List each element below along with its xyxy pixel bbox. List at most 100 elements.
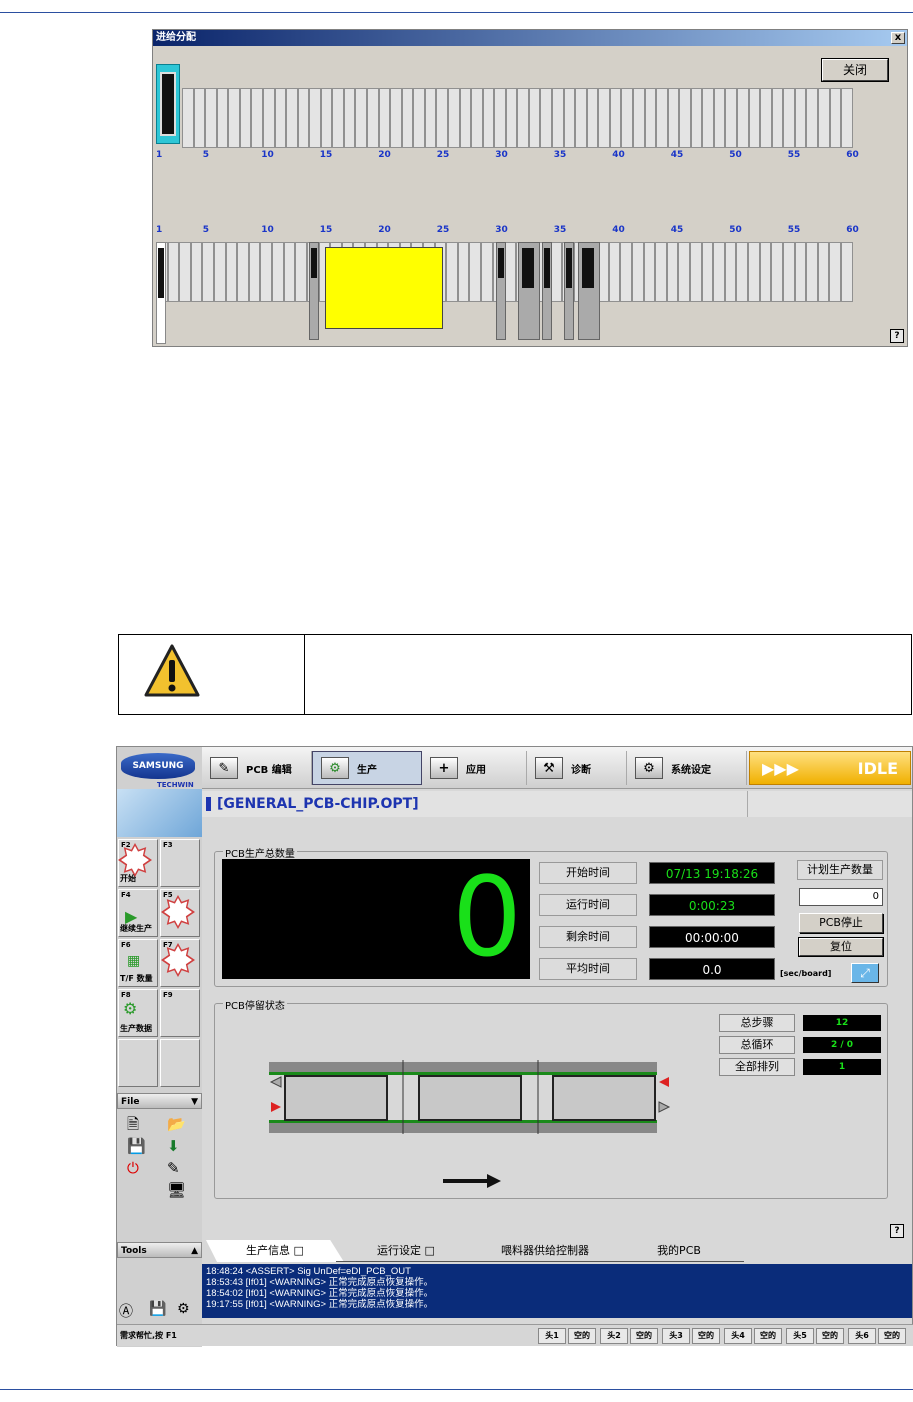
feeder-slot[interactable]: [251, 88, 263, 148]
feeder-slot[interactable]: [295, 242, 307, 302]
help-button[interactable]: ?: [890, 329, 904, 343]
application-button[interactable]: + 应用: [422, 751, 527, 785]
feeder-slot[interactable]: [609, 88, 622, 148]
feeder-slot[interactable]: [713, 88, 726, 148]
feeder-slot[interactable]: [343, 88, 356, 148]
feeder-slot[interactable]: [459, 88, 472, 148]
feeder-slot[interactable]: [667, 88, 680, 148]
feeder-slot[interactable]: [517, 88, 529, 148]
feeder-slot[interactable]: [436, 88, 448, 148]
feeder-slot[interactable]: [286, 88, 298, 148]
fkey-f4[interactable]: F4 继续生产: [118, 889, 158, 937]
feeder-slot[interactable]: [469, 242, 482, 302]
feeder-slot[interactable]: [390, 88, 402, 148]
feeder-slot[interactable]: [505, 88, 518, 148]
feeder-slot[interactable]: [794, 88, 807, 148]
feeder-slot[interactable]: [237, 242, 249, 302]
feeder-slot[interactable]: [320, 88, 333, 148]
feeder-slot[interactable]: [829, 88, 842, 148]
feeder-slot[interactable]: [760, 88, 772, 148]
feeder-slot[interactable]: [783, 88, 795, 148]
feeder-slot[interactable]: [401, 88, 414, 148]
feeder-slot[interactable]: [725, 88, 737, 148]
feeder-slot[interactable]: [632, 88, 645, 148]
settings-tool-icon[interactable]: ⚙: [177, 1301, 190, 1317]
feeder-slot[interactable]: [540, 88, 552, 148]
tab-run-settings[interactable]: 运行设定 □: [336, 1240, 476, 1262]
feeder-slot[interactable]: [598, 88, 610, 148]
feeder-slot[interactable]: [690, 242, 702, 302]
feeder-slot[interactable]: [190, 242, 203, 302]
feeder-slot[interactable]: [771, 88, 784, 148]
feeder-slot[interactable]: [666, 242, 679, 302]
feeder-slot[interactable]: [655, 242, 667, 302]
file-section-header[interactable]: File ▼: [117, 1093, 202, 1109]
feeder-slot[interactable]: [701, 242, 714, 302]
language-icon[interactable]: Ⓐ: [119, 1301, 133, 1321]
feeder-slot[interactable]: [228, 88, 240, 148]
system-settings-button[interactable]: ⚙ 系统设定: [627, 751, 747, 785]
tab-production-info[interactable]: 生产信息 □: [206, 1240, 344, 1262]
feeder-slot[interactable]: [817, 88, 830, 148]
save-tool-icon[interactable]: 💾: [149, 1301, 166, 1317]
feeder-slot[interactable]: [748, 242, 760, 302]
feeder-slot[interactable]: [620, 242, 632, 302]
new-file-icon[interactable]: 🗎: [127, 1113, 139, 1135]
feeder-slot[interactable]: [355, 88, 367, 148]
feeder-slot[interactable]: [413, 88, 425, 148]
feeder-slot[interactable]: [272, 242, 284, 302]
feeder-slot[interactable]: [829, 242, 841, 302]
tab-my-pcb[interactable]: 我的PCB: [614, 1240, 744, 1262]
tray-feeder[interactable]: [325, 247, 443, 329]
edit-icon[interactable]: ✎: [167, 1157, 180, 1179]
feeder-slot[interactable]: [631, 242, 644, 302]
help-button-main[interactable]: ?: [890, 1224, 904, 1238]
tools-section-header[interactable]: Tools ▲: [117, 1242, 202, 1258]
feeder-slot[interactable]: [182, 88, 194, 148]
feeder-slot[interactable]: [471, 88, 483, 148]
feeder-slot[interactable]: [840, 242, 853, 302]
feeder-slot[interactable]: [179, 242, 191, 302]
feeder-slot[interactable]: [713, 242, 725, 302]
feeder-slot[interactable]: [481, 242, 493, 302]
plan-count-input[interactable]: 0: [799, 888, 883, 906]
feeder-slot[interactable]: [586, 88, 599, 148]
feeder-slot[interactable]: [225, 242, 238, 302]
feeder-slot[interactable]: [678, 242, 691, 302]
feeder-slot[interactable]: [737, 88, 749, 148]
feeder-slot[interactable]: [817, 242, 830, 302]
feeder-slot[interactable]: [205, 88, 217, 148]
feeder-slot[interactable]: [644, 88, 657, 148]
feeder-slot[interactable]: [552, 88, 564, 148]
feeder-slot[interactable]: [504, 242, 516, 302]
feeder-slot[interactable]: [656, 88, 668, 148]
feeder-slot[interactable]: [550, 242, 563, 302]
feeder-slot[interactable]: [690, 88, 703, 148]
feeder-slot[interactable]: [575, 88, 587, 148]
feeder-slot[interactable]: [806, 242, 818, 302]
feeder-slot[interactable]: [771, 242, 783, 302]
feeder-slot[interactable]: [332, 88, 344, 148]
feeder-slot[interactable]: [424, 88, 437, 148]
open-folder-icon[interactable]: 📂: [167, 1113, 186, 1135]
feeder-slot[interactable]: [447, 88, 460, 148]
feeder-slot[interactable]: [563, 88, 576, 148]
diagnostics-button[interactable]: ⚒ 诊断: [527, 751, 627, 785]
save-icon[interactable]: 💾: [127, 1135, 146, 1157]
feeder-slot[interactable]: [457, 242, 470, 302]
feeder-slot[interactable]: [239, 88, 252, 148]
tab-feeder-controller[interactable]: 喂料器供给控制器: [470, 1240, 620, 1262]
feeder-slot[interactable]: [248, 242, 261, 302]
feeder-slot[interactable]: [841, 88, 853, 148]
fkey-blank[interactable]: [118, 1039, 158, 1087]
feeder-slot[interactable]: [297, 88, 310, 148]
feeder-slot[interactable]: [759, 242, 772, 302]
feeder-slot[interactable]: [367, 88, 379, 148]
download-icon[interactable]: ⬇: [167, 1135, 180, 1157]
feeder-slot[interactable]: [274, 88, 287, 148]
feeder-slot[interactable]: [378, 88, 391, 148]
feeder-slot[interactable]: [262, 88, 275, 148]
feeder-slot[interactable]: [283, 242, 296, 302]
fkey-blank[interactable]: [160, 1039, 200, 1087]
feeder-slot[interactable]: [202, 242, 215, 302]
